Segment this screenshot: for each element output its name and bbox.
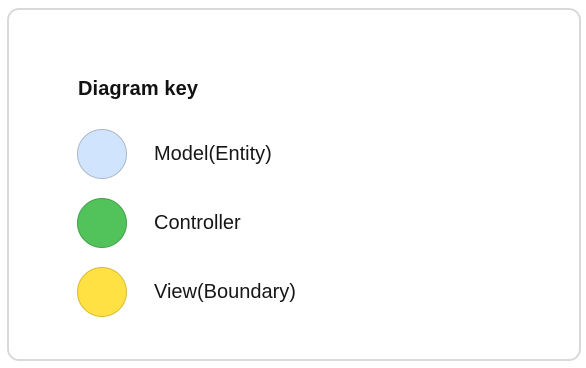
model-swatch-icon <box>77 129 127 179</box>
controller-swatch-icon <box>77 198 127 248</box>
legend-label-controller: Controller <box>154 212 241 234</box>
legend-item-controller: Controller <box>77 198 497 252</box>
legend-item-view: View(Boundary) <box>77 267 497 321</box>
legend-label-model: Model(Entity) <box>154 143 272 165</box>
view-swatch-icon <box>77 267 127 317</box>
diagram-key-card: Diagram key Model(Entity) Controller Vie… <box>7 8 581 361</box>
diagram-key-title: Diagram key <box>78 78 199 100</box>
legend-label-view: View(Boundary) <box>154 281 296 303</box>
legend-item-model: Model(Entity) <box>77 129 497 183</box>
